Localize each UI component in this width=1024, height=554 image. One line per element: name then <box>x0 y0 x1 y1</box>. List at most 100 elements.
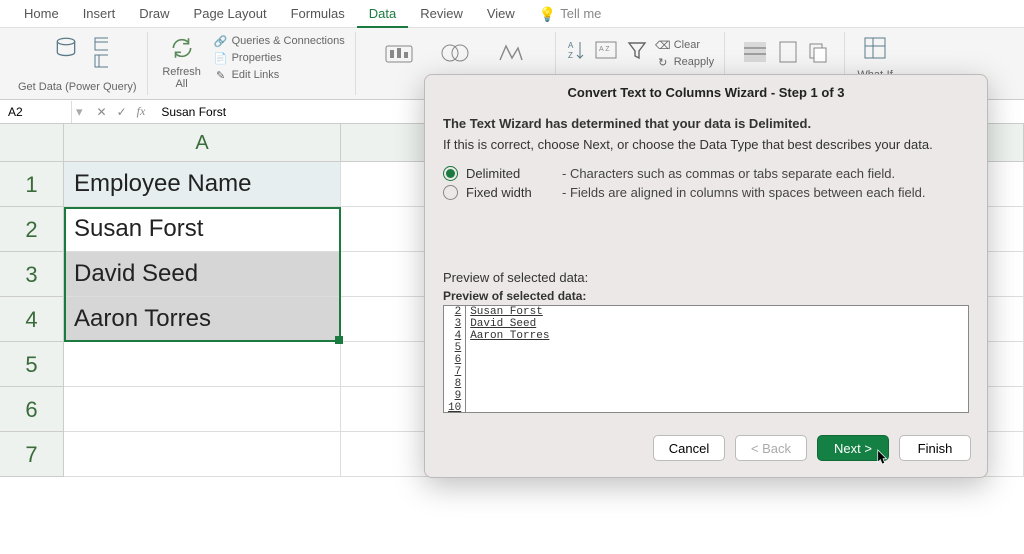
group-connections: Refresh All 🔗Queries & Connections 📄Prop… <box>148 32 356 95</box>
radio-delimited-desc: - Characters such as commas or tabs sepa… <box>562 166 895 181</box>
tab-draw[interactable]: Draw <box>127 0 181 28</box>
from-other-icon-2[interactable] <box>94 54 108 68</box>
cell[interactable]: Employee Name <box>64 162 341 207</box>
tell-me-label: Tell me <box>560 0 601 28</box>
clear-icon: ⌫ <box>656 38 670 52</box>
dialog-buttons: Cancel < Back Next > Finish <box>425 425 987 477</box>
preview-row-val <box>466 354 554 366</box>
row-header[interactable]: 1 <box>0 162 64 207</box>
col-header-a[interactable]: A <box>64 124 341 161</box>
preview-row-num: 6 <box>444 354 466 366</box>
preview-row-val <box>466 390 554 402</box>
preview-row-num: 2 <box>444 306 466 318</box>
row-header[interactable]: 3 <box>0 252 64 297</box>
select-all-corner[interactable] <box>0 124 64 162</box>
text-to-columns-icon[interactable] <box>742 40 768 67</box>
tab-formulas[interactable]: Formulas <box>279 0 357 28</box>
preview-row-num: 8 <box>444 378 466 390</box>
properties-link[interactable]: 📄Properties <box>214 51 282 65</box>
preview-row-num: 7 <box>444 366 466 378</box>
edit-icon: ✎ <box>214 68 228 82</box>
bulb-icon: 💡 <box>539 0 556 28</box>
cell[interactable] <box>64 342 341 387</box>
tell-me[interactable]: 💡 Tell me <box>527 0 614 28</box>
preview-row-num: 5 <box>444 342 466 354</box>
cell[interactable]: Susan Forst <box>64 207 341 252</box>
svg-text:Z: Z <box>568 51 573 60</box>
name-box-dropdown[interactable]: ▾ <box>72 104 87 120</box>
from-other-icon[interactable] <box>94 37 108 51</box>
preview-row-num: 10 <box>444 402 466 413</box>
preview-row-val: Susan Forst <box>466 306 554 318</box>
whatif-icon <box>861 34 889 62</box>
tab-review[interactable]: Review <box>408 0 475 28</box>
cell[interactable]: David Seed <box>64 252 341 297</box>
queries-connections[interactable]: 🔗Queries & Connections <box>214 34 345 48</box>
dialog-heading: The Text Wizard has determined that your… <box>443 116 969 131</box>
radio-fixed-label: Fixed width <box>466 185 554 200</box>
radio-delimited[interactable]: Delimited - Characters such as commas or… <box>443 166 969 181</box>
reapply-icon: ↻ <box>656 55 670 69</box>
group-get-data: Get Data (Power Query) <box>8 32 148 95</box>
tab-view[interactable]: View <box>475 0 527 28</box>
svg-text:A: A <box>568 41 574 50</box>
row-header[interactable]: 5 <box>0 342 64 387</box>
name-box[interactable]: A2 <box>0 101 72 123</box>
remove-dup-icon[interactable] <box>808 40 828 67</box>
accept-formula-icon[interactable]: ✓ <box>117 105 127 119</box>
refresh-label: Refresh All <box>158 66 206 90</box>
preview-row-num: 9 <box>444 390 466 402</box>
radio-icon <box>443 166 458 181</box>
cursor-icon <box>876 448 890 466</box>
row-header[interactable]: 2 <box>0 207 64 252</box>
row-header[interactable]: 6 <box>0 387 64 432</box>
clear-filter[interactable]: ⌫Clear <box>656 38 700 52</box>
edit-links[interactable]: ✎Edit Links <box>214 68 280 82</box>
cell[interactable]: Aaron Torres <box>64 297 341 342</box>
preview-header: Preview of selected data: <box>443 289 969 303</box>
flash-fill-icon[interactable] <box>778 40 798 67</box>
sort-icon[interactable]: A Z <box>594 38 618 65</box>
cancel-formula-icon[interactable]: ✕ <box>97 105 107 119</box>
preview-row-val <box>466 402 554 413</box>
row-header[interactable]: 4 <box>0 297 64 342</box>
finish-button[interactable]: Finish <box>899 435 971 461</box>
tab-page-layout[interactable]: Page Layout <box>182 0 279 28</box>
preview-label: Preview of selected data: <box>443 270 969 285</box>
svg-text:A Z: A Z <box>599 46 610 53</box>
tab-home[interactable]: Home <box>12 0 71 28</box>
refresh-icon <box>168 34 196 62</box>
text-to-columns-dialog: Convert Text to Columns Wizard - Step 1 … <box>424 74 988 478</box>
row-header[interactable]: 7 <box>0 432 64 477</box>
radio-fixed-width[interactable]: Fixed width - Fields are aligned in colu… <box>443 185 969 200</box>
cancel-button[interactable]: Cancel <box>653 435 725 461</box>
get-data-button[interactable] <box>46 34 86 62</box>
ribbon-tabs: Home Insert Draw Page Layout Formulas Da… <box>0 0 1024 28</box>
cell[interactable] <box>64 432 341 477</box>
preview-row-val: David Seed <box>466 318 554 330</box>
back-button[interactable]: < Back <box>735 435 807 461</box>
tab-data[interactable]: Data <box>357 0 408 28</box>
currency-icon[interactable] <box>440 40 470 69</box>
geography-icon[interactable] <box>496 40 526 69</box>
stocks-icon[interactable] <box>384 40 414 69</box>
preview-box: 2Susan Forst3David Seed4Aaron Torres5678… <box>443 305 969 413</box>
tab-insert[interactable]: Insert <box>71 0 128 28</box>
preview-row-val <box>466 378 554 390</box>
preview-row-num: 3 <box>444 318 466 330</box>
refresh-all-button[interactable]: Refresh All <box>158 34 206 90</box>
cell[interactable] <box>64 387 341 432</box>
preview-row-num: 4 <box>444 330 466 342</box>
filter-icon[interactable] <box>626 38 648 65</box>
next-button[interactable]: Next > <box>817 435 889 461</box>
dialog-subtext: If this is correct, choose Next, or choo… <box>443 137 969 152</box>
whatif-button[interactable] <box>855 34 895 62</box>
reapply-filter[interactable]: ↻Reapply <box>656 55 714 69</box>
dialog-title: Convert Text to Columns Wizard - Step 1 … <box>425 75 987 108</box>
preview-row-val <box>466 342 554 354</box>
fx-icon[interactable]: fx <box>137 104 146 119</box>
database-icon <box>52 34 80 62</box>
sort-asc-icon[interactable]: AZ <box>566 38 586 65</box>
link-icon: 🔗 <box>214 34 228 48</box>
prop-icon: 📄 <box>214 51 228 65</box>
